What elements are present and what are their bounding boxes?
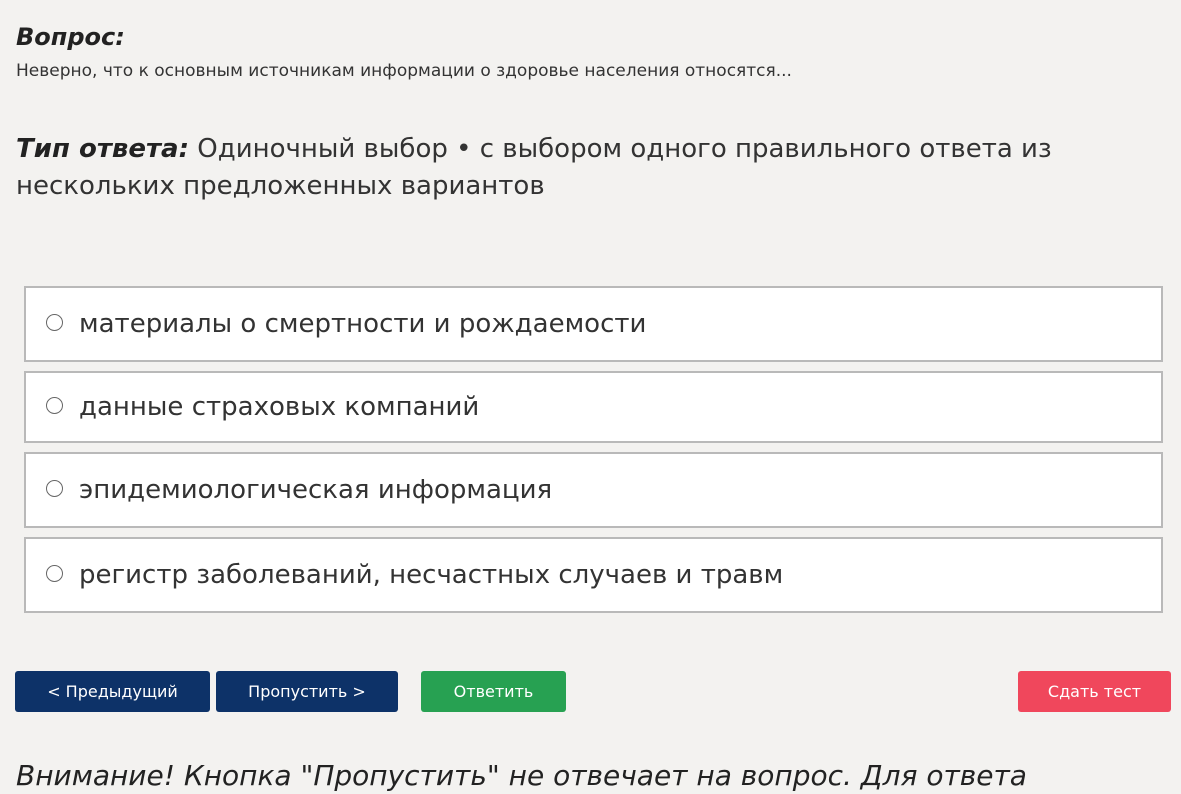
radio-icon[interactable] [46,313,63,331]
answer-type-label: Тип ответа: [16,134,189,164]
radio-icon[interactable] [46,396,63,414]
option-label: материалы о смертности и рождаемости [79,309,647,339]
option-label: данные страховых компаний [79,392,480,422]
question-text: Неверно, что к основным источникам инфор… [16,61,792,81]
answer-button[interactable]: Ответить [421,671,566,712]
answer-options: материалы о смертности и рождаемости дан… [24,286,1163,622]
previous-button[interactable]: < Предыдущий [15,671,210,712]
option-2[interactable]: данные страховых компаний [24,371,1163,443]
question-label: Вопрос: [16,23,125,51]
option-1[interactable]: материалы о смертности и рождаемости [24,286,1163,362]
option-label: эпидемиологическая информация [79,475,553,505]
skip-button[interactable]: Пропустить > [216,671,398,712]
answer-type: Тип ответа: Одиночный выбор • с выбором … [16,131,1116,205]
option-3[interactable]: эпидемиологическая информация [24,452,1163,528]
option-label: регистр заболеваний, несчастных случаев … [79,560,784,590]
option-4[interactable]: регистр заболеваний, несчастных случаев … [24,537,1163,613]
submit-test-button[interactable]: Сдать тест [1018,671,1171,712]
radio-icon[interactable] [46,479,63,497]
footer-note: Внимание! Кнопка "Пропустить" не отвечае… [16,759,1027,792]
radio-icon[interactable] [46,564,63,582]
